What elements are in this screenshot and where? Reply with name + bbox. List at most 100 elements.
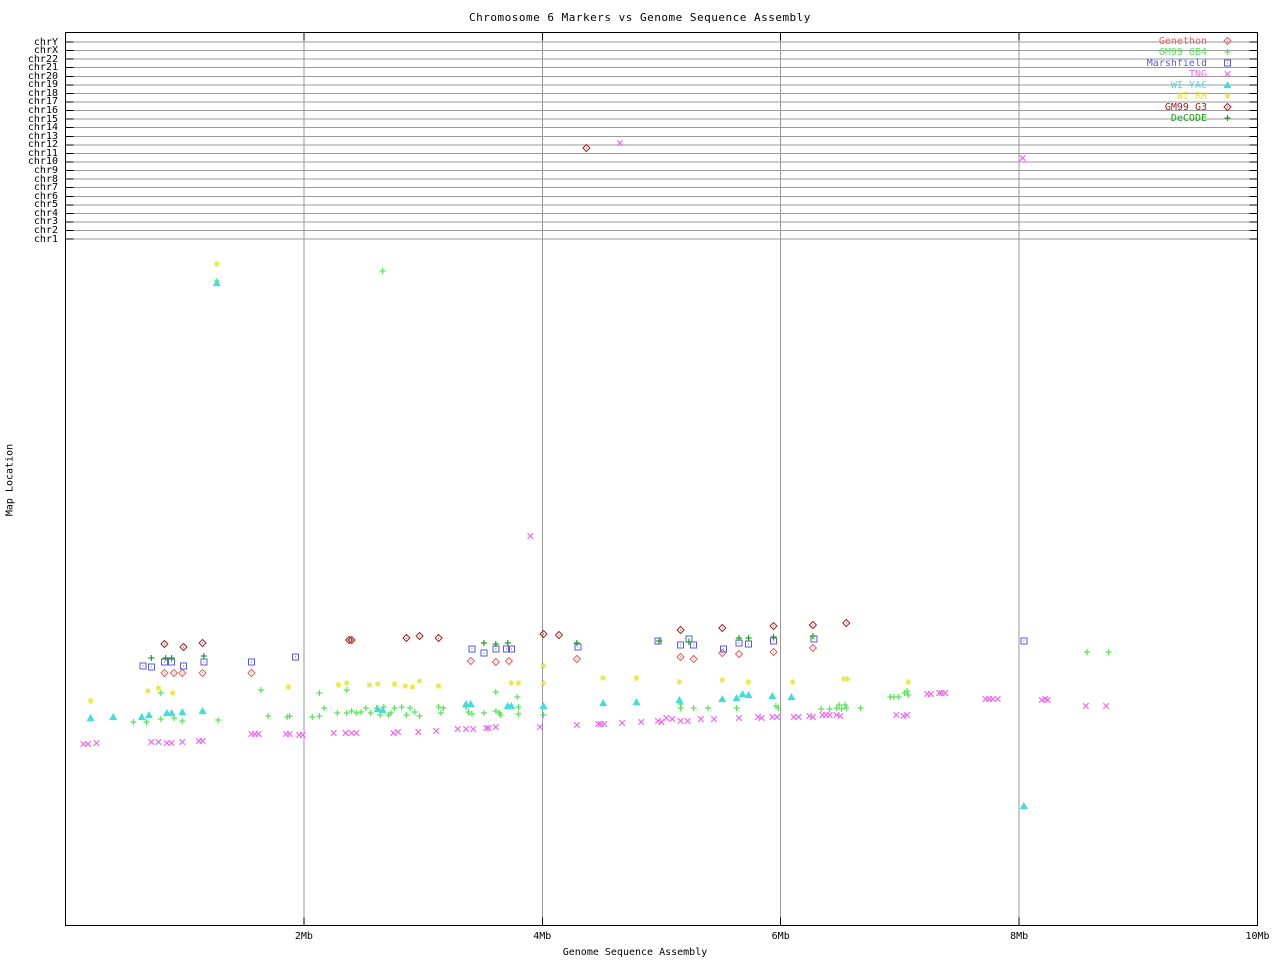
data-point-tng <box>663 714 670 722</box>
data-point-tng <box>994 695 1001 703</box>
data-point-gm99-gb4 <box>316 690 323 696</box>
data-point-decode <box>770 634 777 640</box>
data-point-tng <box>179 738 186 746</box>
data-point-gm99-gb4 <box>480 710 487 716</box>
data-point-marshfield-dot <box>577 646 579 648</box>
data-point-genethon-dot <box>693 658 695 660</box>
data-point-marshfield-dot <box>295 656 297 658</box>
data-point-tng <box>826 711 833 719</box>
data-point-decode <box>200 653 207 659</box>
data-point-tng <box>795 713 802 721</box>
legend-marker-decode <box>1224 115 1231 121</box>
data-point-gm99-gb4 <box>316 713 323 719</box>
data-point-marshfield-dot <box>142 665 144 667</box>
data-point-gm99-gb4 <box>411 709 418 715</box>
data-point-tng <box>893 711 900 719</box>
data-point-gm99-gb4 <box>334 710 341 716</box>
data-point-marshfield-dot <box>250 661 252 663</box>
data-point-marshfield-dot <box>495 648 497 650</box>
x-tick-label-2mb: 2Mb <box>294 931 313 942</box>
data-point-tng <box>155 738 162 746</box>
data-point-gm99-gb4 <box>265 713 272 719</box>
data-point-marshfield-dot <box>738 642 740 644</box>
data-point-tng <box>353 729 360 737</box>
data-point-tng <box>93 739 100 747</box>
data-point-decode <box>168 655 175 661</box>
data-point-gm99-gb4 <box>391 705 398 711</box>
legend-marker-gm99-gb4 <box>1224 49 1231 55</box>
scatter-chart: Chromosome 6 Markers vs Genome Sequence … <box>0 0 1280 960</box>
data-point-wi-yac <box>768 691 777 700</box>
data-point-gm99-g3-dot <box>680 629 682 631</box>
legend-marker-marshfield-dot <box>1227 62 1228 64</box>
data-point-marshfield-dot <box>773 640 775 642</box>
data-point-gm99-g3-dot <box>542 633 544 635</box>
data-point-tng <box>394 728 402 736</box>
data-point-tng <box>469 725 477 733</box>
data-point-tng <box>1082 702 1090 710</box>
data-point-genethon-dot <box>812 647 814 649</box>
data-point-marshfield-dot <box>163 661 165 663</box>
x-tick-label-6mb: 6Mb <box>771 931 790 942</box>
data-point-gm99-gb4 <box>492 689 499 695</box>
data-point-tng <box>638 718 645 726</box>
data-point-marshfield-dot <box>183 665 185 667</box>
data-point-wi-yac <box>675 695 684 704</box>
legend-label-marshfield: Marshfield <box>1146 57 1207 69</box>
data-point-tng <box>330 729 337 737</box>
data-point-gm99-gb4 <box>379 268 386 274</box>
data-point-gm99-g3-dot <box>405 637 407 639</box>
data-point-tng <box>415 728 422 736</box>
data-point-wi-rh <box>676 679 683 685</box>
data-point-tng <box>299 731 306 739</box>
data-point-wi-yac <box>738 689 747 698</box>
data-point-gm99-gb4 <box>1105 649 1112 655</box>
data-point-marshfield-dot <box>506 648 508 650</box>
data-point-wi-rh <box>633 675 640 681</box>
plot-canvas <box>65 32 1258 926</box>
data-point-tng <box>148 738 155 746</box>
data-point-wi-yac <box>137 712 146 721</box>
data-point-tng <box>462 725 470 733</box>
data-point-gm99-gb4 <box>215 717 222 723</box>
data-point-wi-yac <box>109 712 118 721</box>
data-point-gm99-g3-dot <box>419 635 421 637</box>
data-point-marshfield-dot <box>171 661 173 663</box>
data-point-tng <box>454 725 461 733</box>
data-point-wi-rh <box>366 682 373 688</box>
data-point-gm99-gb4 <box>179 718 186 724</box>
data-point-gm99-gb4 <box>321 705 328 711</box>
data-point-gm99-gb4 <box>416 713 423 719</box>
data-point-gm99-gb4 <box>343 687 350 693</box>
data-point-wi-rh <box>285 684 292 690</box>
data-point-tng <box>710 715 718 723</box>
data-point-wi-rh <box>409 684 416 690</box>
data-point-gm99-gb4 <box>514 694 521 700</box>
data-point-gm99-gb4 <box>540 712 547 718</box>
data-point-gm99-gb4 <box>157 716 164 722</box>
x-axis-label: Genome Sequence Assembly <box>562 947 708 958</box>
data-point-gm99-gb4 <box>435 704 442 710</box>
legend-marker-wi-rh <box>1224 93 1231 99</box>
data-point-tng <box>669 715 676 723</box>
data-point-genethon-dot <box>202 672 204 674</box>
data-point-marshfield-dot <box>693 644 695 646</box>
data-point-wi-rh <box>745 679 752 685</box>
data-point-wi-rh <box>169 690 176 696</box>
data-point-wi-yac <box>718 694 727 703</box>
data-point-wi-yac <box>744 690 753 699</box>
data-point-genethon-dot <box>721 652 723 654</box>
legend-label-decode: DeCODE <box>1170 112 1207 124</box>
data-point-tng <box>390 729 397 737</box>
legend-marker-genethon-dot <box>1227 40 1228 42</box>
data-point-wi-yac <box>539 701 548 710</box>
data-point-gm99-g3-dot <box>812 624 814 626</box>
data-point-tng <box>677 717 684 725</box>
data-point-gm99-gb4 <box>362 705 369 711</box>
data-point-wi-rh <box>343 680 350 686</box>
data-point-genethon-dot <box>173 672 175 674</box>
data-point-gm99-gb4 <box>704 705 711 711</box>
data-point-tng <box>199 737 206 745</box>
data-point-gm99-g3-dot <box>721 627 723 629</box>
data-point-gm99-gb4 <box>1084 649 1091 655</box>
